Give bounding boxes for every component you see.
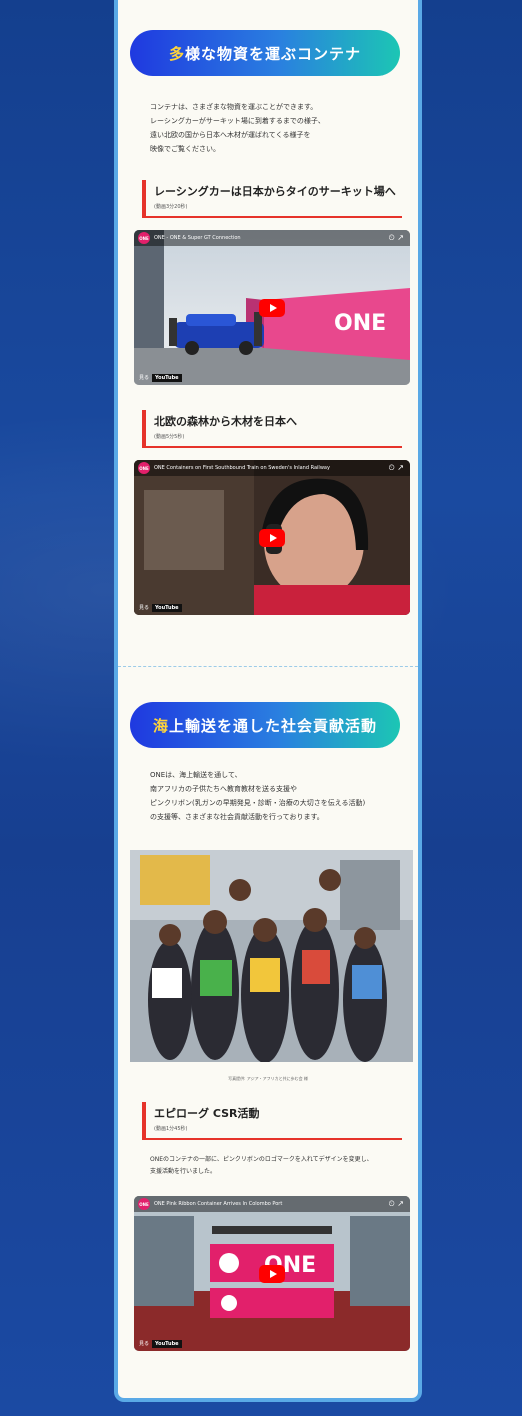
video-title-bar: ONE ONE - ONE & Super GT Connection xyxy=(134,230,410,246)
photo-caption: 写真提供: アジア・アフリカと共に歩む会 様 xyxy=(228,1076,308,1081)
heading-timber: 北欧の森林から木材を日本へ (動画5分5秒) xyxy=(142,410,402,448)
video-title-bar: ONE ONE Pink Ribbon Container Arrives In… xyxy=(134,1196,410,1212)
heading-csr-epilogue: エピローグ CSR活動 (動画1分45秒) xyxy=(142,1102,402,1140)
children-photo xyxy=(130,850,413,1062)
video-title: ONE Pink Ribbon Container Arrives In Col… xyxy=(154,1201,283,1207)
video-title-bar: ONE ONE Containers on First Southbound T… xyxy=(134,460,410,476)
share-icon[interactable]: ⏲ ↗ xyxy=(389,233,405,243)
section-divider xyxy=(118,666,418,667)
svg-text:ONE: ONE xyxy=(334,311,386,336)
section2-intro: ONEは、海上輸送を通して、 南アフリカの子供たちへ教育教材を送る支援や ピンク… xyxy=(150,771,366,821)
video-title: ONE Containers on First Southbound Train… xyxy=(154,465,330,471)
watch-on-youtube[interactable]: 見る YouTube xyxy=(139,374,182,382)
section1-intro: コンテナは、さまざまな物資を運ぶことができます。 レーシングカーがサーキット場に… xyxy=(150,103,325,153)
channel-logo: ONE xyxy=(138,462,150,474)
share-icon[interactable]: ⏲ ↗ xyxy=(389,463,405,473)
channel-logo: ONE xyxy=(138,1198,150,1210)
watch-on-youtube[interactable]: 見る YouTube xyxy=(139,1340,182,1348)
play-button[interactable] xyxy=(259,528,285,547)
play-button[interactable] xyxy=(259,298,285,317)
video-title: ONE - ONE & Super GT Connection xyxy=(154,235,241,241)
section-title-cargo: 多様な物資を運ぶコンテナ xyxy=(130,30,400,76)
video-racing-car[interactable]: ONE ONE ONE - ONE & Super GT Connection … xyxy=(134,230,410,385)
watch-on-youtube[interactable]: 見る YouTube xyxy=(139,604,182,612)
content-card: 多様な物資を運ぶコンテナ コンテナは、さまざまな物資を運ぶことができます。 レー… xyxy=(114,0,422,1402)
video-pink-ribbon[interactable]: ONE ONE ONE Pink Ribbon Container Arrive… xyxy=(134,1196,410,1351)
csr-text: ONEのコンテナの一部に、ピンクリボンのロゴマークを入れてデザインを変更し、 支… xyxy=(150,1156,373,1175)
children-with-books-image xyxy=(130,850,413,1062)
video-timber[interactable]: ONE ONE Containers on First Southbound T… xyxy=(134,460,410,615)
section-title-csr: 海上輸送を通した社会貢献活動 xyxy=(130,702,400,748)
heading-racing-car: レーシングカーは日本からタイのサーキット場へ (動画3分20秒) xyxy=(142,180,402,218)
share-icon[interactable]: ⏲ ↗ xyxy=(389,1199,405,1209)
channel-logo: ONE xyxy=(138,232,150,244)
play-button[interactable] xyxy=(259,1264,285,1283)
